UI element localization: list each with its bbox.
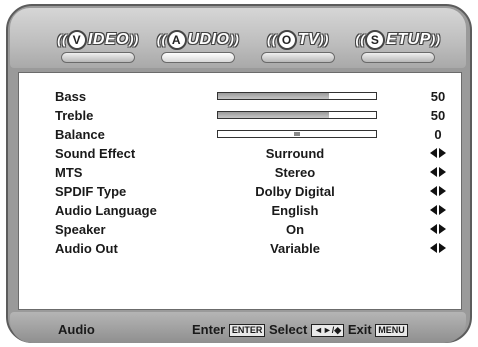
- tab-tv[interactable]: ((O TV)): [250, 26, 346, 68]
- tab-video-indicator: [61, 52, 135, 63]
- menu-row-spdif-type[interactable]: SPDIF Type Dolby Digital: [55, 182, 455, 201]
- tv-badge-icon: O: [276, 30, 297, 50]
- audio-menu-panel: Bass 50 Treble 50 Balance 0 Sound Effect…: [18, 72, 462, 310]
- footer-bar: Audio Enter ENTER Select ◄►/◆ Exit MENU: [10, 312, 466, 343]
- tab-video[interactable]: ((V IDEO)): [50, 26, 146, 68]
- balance-slider[interactable]: [217, 130, 377, 138]
- treble-slider[interactable]: [217, 111, 377, 119]
- setup-badge-icon: S: [365, 30, 386, 50]
- menu-row-bass[interactable]: Bass 50: [55, 87, 455, 106]
- audio-badge-icon: A: [166, 30, 187, 50]
- left-right-arrows-icon[interactable]: [423, 224, 453, 234]
- menu-title: Audio: [58, 322, 95, 337]
- menu-row-sound-effect[interactable]: Sound Effect Surround: [55, 144, 455, 163]
- tab-tv-indicator: [261, 52, 335, 63]
- left-right-arrows-icon[interactable]: [423, 148, 453, 158]
- left-right-arrows-icon[interactable]: [423, 205, 453, 215]
- tab-setup[interactable]: ((S ETUP)): [350, 26, 446, 68]
- video-badge-icon: V: [66, 30, 87, 50]
- menu-key-icon: MENU: [375, 324, 408, 337]
- tab-audio-indicator: [161, 52, 235, 63]
- left-right-arrows-icon[interactable]: [423, 243, 453, 253]
- menu-row-audio-out[interactable]: Audio Out Variable: [55, 239, 455, 258]
- menu-row-balance[interactable]: Balance 0: [55, 125, 455, 144]
- bass-slider[interactable]: [217, 92, 377, 100]
- key-hints: Enter ENTER Select ◄►/◆ Exit MENU: [192, 322, 408, 337]
- menu-row-audio-language[interactable]: Audio Language English: [55, 201, 455, 220]
- menu-row-mts[interactable]: MTS Stereo: [55, 163, 455, 182]
- tab-strip: ((V IDEO)) ((A UDIO)) ((O TV)) ((S ETUP)): [10, 8, 466, 68]
- menu-row-treble[interactable]: Treble 50: [55, 106, 455, 125]
- enter-key-icon: ENTER: [228, 324, 266, 337]
- select-arrows-key-icon: ◄►/◆: [310, 324, 345, 337]
- left-right-arrows-icon[interactable]: [423, 167, 453, 177]
- left-right-arrows-icon[interactable]: [423, 186, 453, 196]
- tab-audio[interactable]: ((A UDIO)): [150, 26, 246, 68]
- menu-row-speaker[interactable]: Speaker On: [55, 220, 455, 239]
- tab-setup-indicator: [361, 52, 435, 63]
